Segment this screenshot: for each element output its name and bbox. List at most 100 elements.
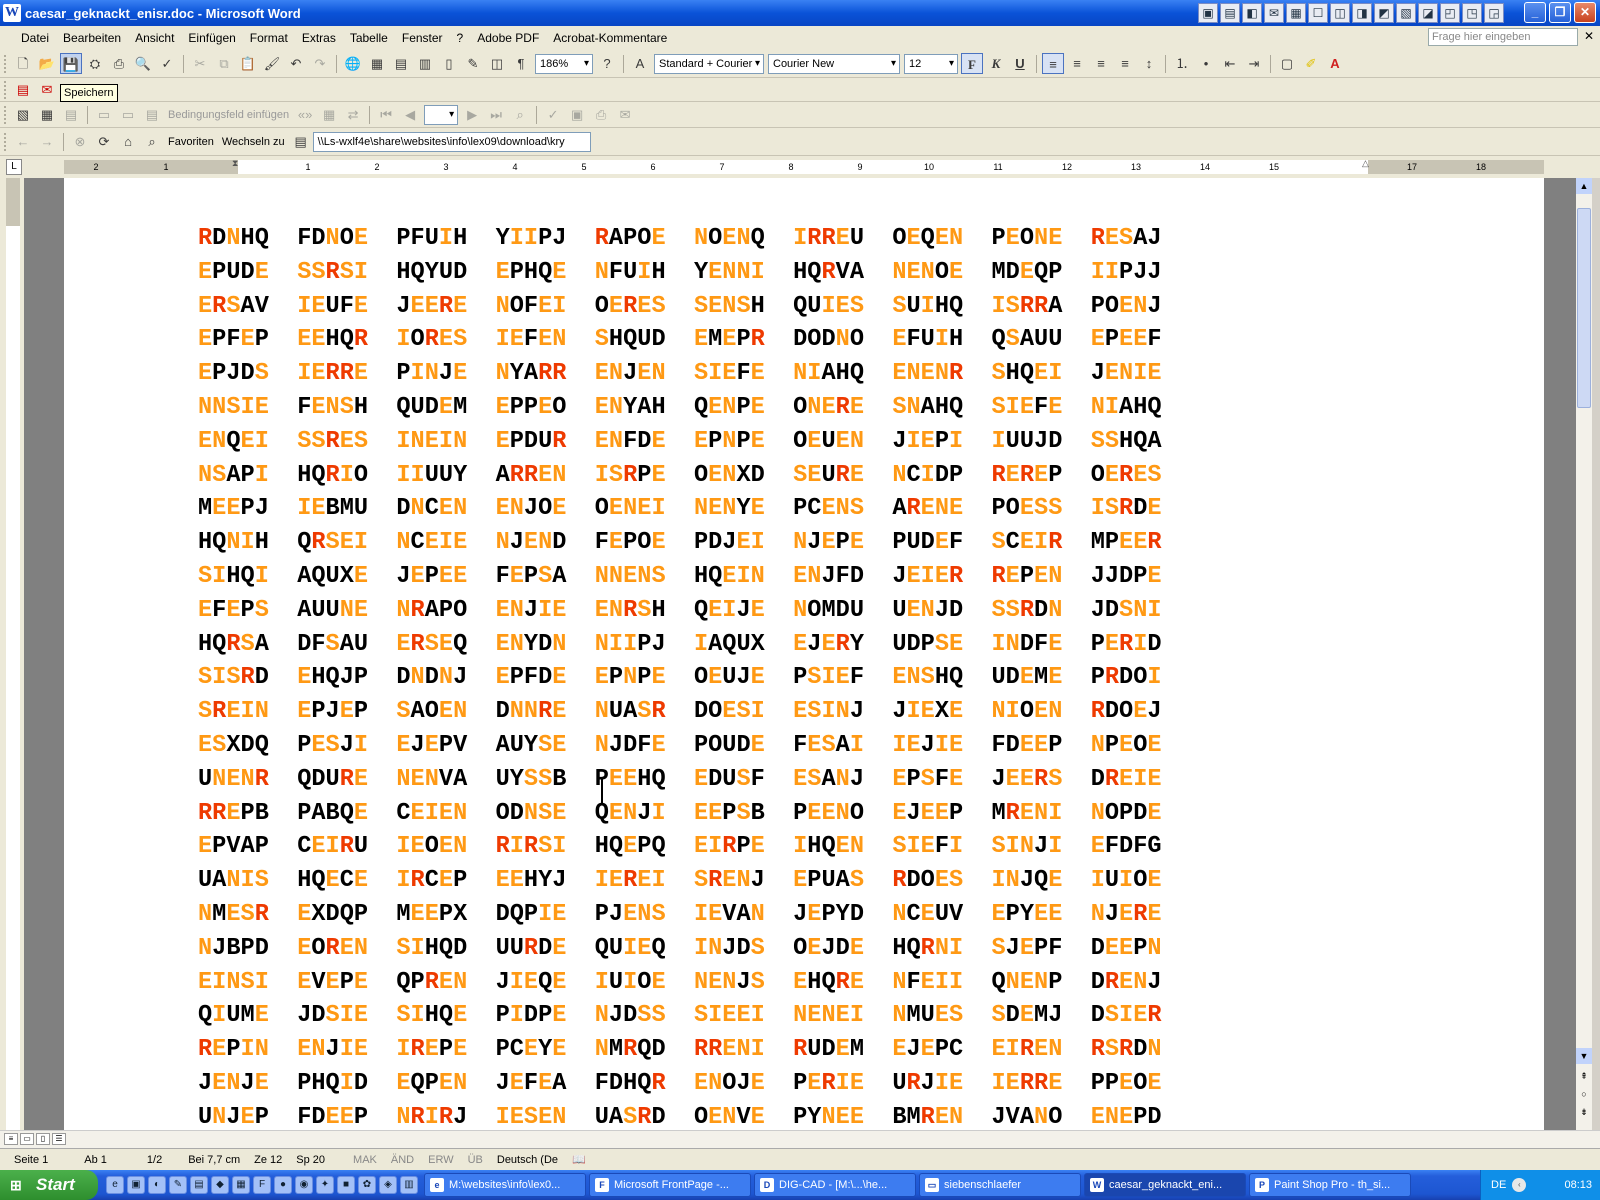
cipher-line[interactable]: HQNIH QRSEI NCEIE NJEND FEPOE PDJEI NJEP… [198,526,1162,560]
menu-bearbeiten[interactable]: Bearbeiten [56,31,128,45]
search-web-icon[interactable]: ⌕ [141,131,163,152]
cipher-line[interactable]: UNENR QDURE NENVA UYSSB PEEHQ EDUSF ESAN… [198,763,1162,797]
clock[interactable]: 08:13 [1564,1179,1592,1191]
ask-question-input[interactable]: Frage hier eingeben [1428,28,1578,46]
cipher-line[interactable]: NNSIE FENSH QUDEM EPPEO ENYAH QENPE ONER… [198,391,1162,425]
menu-ansicht[interactable]: Ansicht [128,31,181,45]
taskbar-item[interactable]: P Paint Shop Pro - th_si... [1249,1173,1411,1197]
open-folder-icon[interactable]: 📂 [36,53,58,74]
menu-adobe-pdf[interactable]: Adobe PDF [470,31,546,45]
tab-selector[interactable]: L [6,159,22,175]
status-macro-record[interactable]: MAK [353,1154,377,1166]
normal-view-icon[interactable]: ≡ [4,1133,18,1145]
cipher-line[interactable]: EPUDE SSRSI HQYUD EPHQE NFUIH YENNI HQRV… [198,256,1162,290]
vertical-scrollbar[interactable]: ▲ ▼ ⇞ ○ ⇟ [1576,178,1592,1130]
cipher-line[interactable]: UANIS HQECE IRCEP EEHYJ IEREI SRENJ EPUA… [198,864,1162,898]
cipher-line[interactable]: MEEPJ IEBMU DNCEN ENJOE OENEI NENYE PCEN… [198,492,1162,526]
record-number-input[interactable] [424,104,459,125]
quicklaunch-icon[interactable]: ▥ [400,1176,418,1194]
cut-icon[interactable]: ✂ [189,53,211,74]
convert-to-pdf-icon[interactable]: ▤ [12,79,34,100]
tray-app-icon[interactable]: ▤ [1220,3,1240,23]
cipher-line[interactable]: SREIN EPJEP SAOEN DNNRE NUASR DOESI ESIN… [198,695,1162,729]
address-block-icon[interactable]: ▭ [93,104,115,125]
justify-icon[interactable]: ≡ [1114,53,1136,74]
align-center-icon[interactable]: ≡ [1066,53,1088,74]
close-document-icon[interactable]: ✕ [1584,29,1594,43]
undo-icon[interactable]: ↶ [285,53,307,74]
menu-format[interactable]: Format [243,31,295,45]
format-painter-icon[interactable]: 🖌 [261,53,283,74]
hyperlink-icon[interactable]: 🌐 [342,53,364,74]
tray-app-icon[interactable]: ▦ [1286,3,1306,23]
cipher-line[interactable]: NSAPI HQRIO IIUUY ARREN ISRPE OENXD SEUR… [198,459,1162,493]
horizontal-ruler[interactable]: L 2 1 ⧗ 1 2 3 4 5 6 7 8 9 10 11 12 13 14… [0,156,1600,178]
quicklaunch-icon[interactable]: ● [274,1176,292,1194]
quicklaunch-icon[interactable]: ▤ [190,1176,208,1194]
tray-app-icon[interactable]: ▧ [1396,3,1416,23]
menu-acrobat-kommentare[interactable]: Acrobat-Kommentare [546,31,674,45]
align-right-icon[interactable]: ≡ [1090,53,1112,74]
cipher-line[interactable]: JENJE PHQID EQPEN JEFEA FDHQR ENOJE PERI… [198,1067,1162,1101]
taskbar-item[interactable]: D DIG-CAD - [M:\...\he... [754,1173,916,1197]
taskbar-item[interactable]: ▭ siebenschlaefer [919,1173,1081,1197]
decrease-indent-icon[interactable]: ⇤ [1219,53,1241,74]
right-indent-marker-icon[interactable]: △ [1362,158,1369,169]
taskbar-item-active[interactable]: Wcaesar_geknackt_eni... [1084,1173,1246,1197]
cipher-line[interactable]: SISRD EHQJP DNDNJ EPFDE EPNPE OEUJE PSIE… [198,661,1162,695]
cipher-line[interactable]: SIHQI AQUXE JEPEE FEPSA NNENS HQEIN ENJF… [198,560,1162,594]
paste-icon[interactable]: 📋 [237,53,259,74]
redo-icon[interactable]: ↷ [309,53,331,74]
zoom-dropdown[interactable]: 186% [535,53,593,74]
tray-app-icon[interactable]: ◳ [1462,3,1482,23]
document-map-icon[interactable]: ◫ [486,53,508,74]
quicklaunch-icon[interactable]: ◆ [211,1176,229,1194]
print-layout-icon[interactable]: ▯ [36,1133,50,1145]
outline-view-icon[interactable]: ☰ [52,1133,66,1145]
underline-button[interactable]: U [1009,53,1031,74]
maximize-button[interactable]: ❐ [1549,2,1571,23]
start-button[interactable]: ⊞ Start [0,1170,98,1200]
status-overtype[interactable]: ÜB [468,1154,483,1166]
tray-app-icon[interactable]: ◩ [1374,3,1394,23]
merge-to-printer-icon[interactable]: ⎙ [590,104,612,125]
tray-app-icon[interactable]: ◰ [1440,3,1460,23]
last-record-icon[interactable]: ⏭ [485,104,507,125]
toolbar-grip[interactable] [4,132,8,151]
input-language[interactable]: DE [1491,1179,1506,1191]
merged-data-icon[interactable]: «» [294,104,316,125]
font-size-dropdown[interactable]: 12 [904,53,958,74]
quicklaunch-icon[interactable]: ✦ [316,1176,334,1194]
match-fields-icon[interactable]: ⇄ [342,104,364,125]
scroll-up-icon[interactable]: ▲ [1576,178,1592,194]
tray-app-icon[interactable]: ◪ [1418,3,1438,23]
cipher-line[interactable]: NMESR EXDQP MEEPX DQPIE PJENS IEVAN JEPY… [198,898,1162,932]
stop-icon[interactable]: ⊗ [69,131,91,152]
tray-app-icon[interactable]: ✉ [1264,3,1284,23]
main-document-icon[interactable]: ▧ [12,104,34,125]
quicklaunch-icon[interactable]: ■ [337,1176,355,1194]
taskbar-item[interactable]: F Microsoft FrontPage -... [589,1173,751,1197]
align-left-icon[interactable]: ≡ [1042,53,1064,74]
spelling-status-icon[interactable]: 📖 [572,1153,586,1166]
new-document-icon[interactable]: 🗋 [12,53,34,74]
permission-icon[interactable]: ⛭ [84,53,106,74]
font-color-icon[interactable]: A [1324,53,1346,74]
cipher-line[interactable]: RDNHQ FDNOE PFUIH YIIPJ RAPOE NOENQ IRRE… [198,222,1162,256]
menu-datei[interactable]: Datei [14,31,56,45]
drawing-icon[interactable]: ✎ [462,53,484,74]
tray-app-icon[interactable]: ▣ [1198,3,1218,23]
quicklaunch-icon[interactable]: ✿ [358,1176,376,1194]
print-icon[interactable]: ⎙ [108,53,130,74]
border-icon[interactable]: ▢ [1276,53,1298,74]
status-language[interactable]: Deutsch (De [497,1154,558,1166]
horizontal-scrollbar[interactable]: ≡ ▭ ▯ ☰ [0,1130,1600,1148]
find-entry-icon[interactable]: ⌕ [509,104,531,125]
tray-app-icon[interactable]: ◧ [1242,3,1262,23]
toolbar-grip[interactable] [4,105,8,124]
first-record-icon[interactable]: ⏮ [375,104,397,125]
scroll-down-icon[interactable]: ▼ [1576,1048,1592,1064]
pdf-email-icon[interactable]: ✉ [36,79,58,100]
show-hidden-icons-icon[interactable]: ‹ [1512,1178,1527,1192]
merge-to-document-icon[interactable]: ▣ [566,104,588,125]
